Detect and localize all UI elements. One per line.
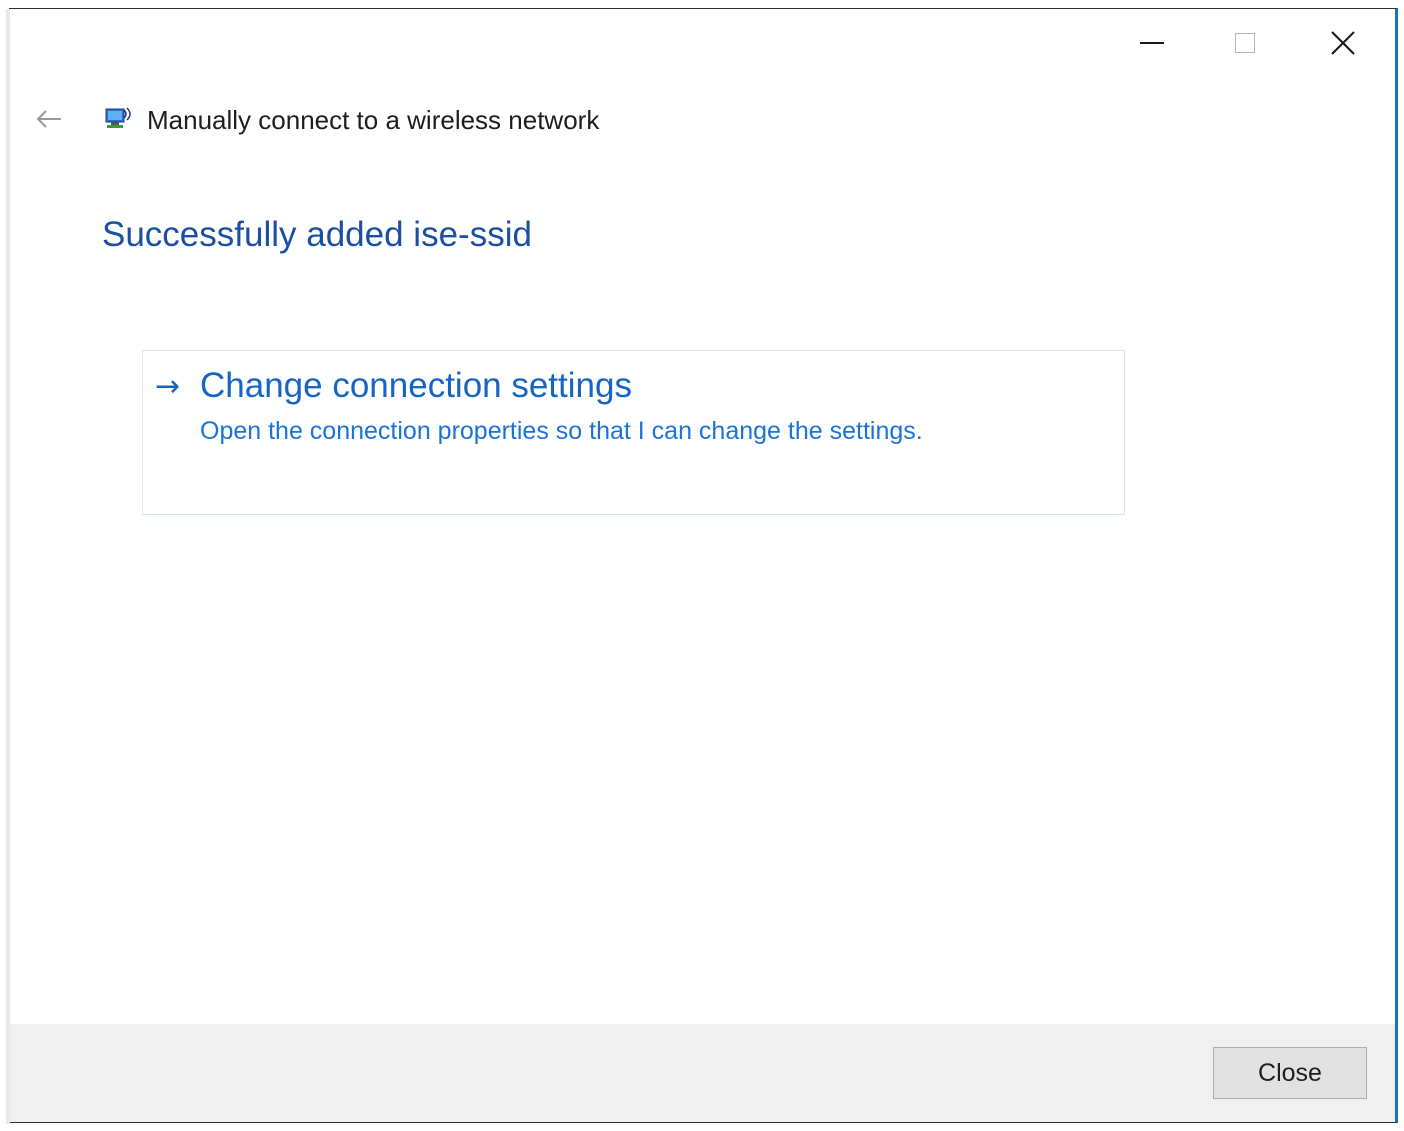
dialog-footer: Close	[10, 1024, 1395, 1122]
command-link-title: Change connection settings	[200, 366, 632, 405]
minimize-button[interactable]	[1122, 23, 1182, 63]
close-icon	[1331, 31, 1355, 55]
close-button[interactable]: Close	[1213, 1047, 1367, 1099]
window-left-edge	[6, 9, 10, 1124]
change-connection-settings-link[interactable]: → Change connection settings Open the co…	[142, 350, 1125, 515]
dialog-title: Manually connect to a wireless network	[147, 105, 600, 135]
arrow-right-icon: →	[155, 369, 181, 404]
back-button[interactable]	[34, 104, 64, 134]
maximize-button[interactable]	[1215, 23, 1275, 63]
maximize-icon	[1235, 33, 1255, 53]
command-link-description: Open the connection properties so that I…	[200, 417, 923, 445]
page-heading: Successfully added ise-ssid	[102, 215, 532, 254]
dialog-window: Manually connect to a wireless network S…	[6, 8, 1398, 1124]
wireless-network-icon	[105, 107, 131, 128]
back-arrow-icon	[36, 110, 61, 128]
minimize-icon	[1140, 42, 1164, 44]
close-window-button[interactable]	[1313, 23, 1373, 63]
